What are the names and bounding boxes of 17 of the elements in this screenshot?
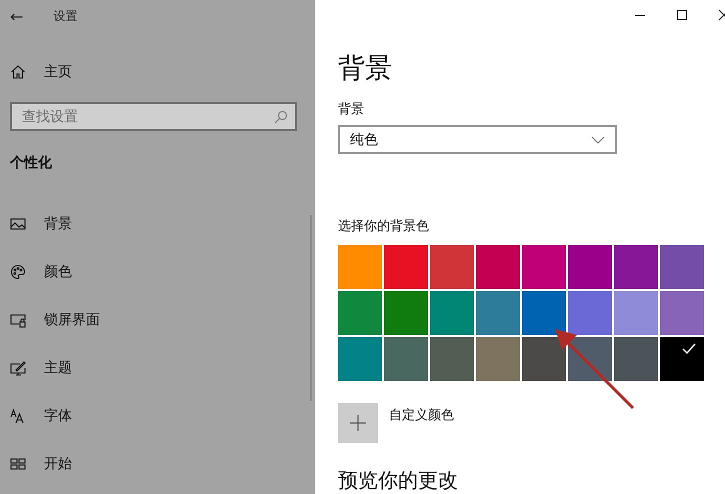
back-button[interactable]: ← bbox=[10, 6, 24, 26]
sidebar-item[interactable]: 背景 bbox=[44, 215, 72, 233]
window-title: 设置 bbox=[53, 8, 78, 24]
section-heading: 个性化 bbox=[8, 154, 53, 173]
sidebar-item[interactable]: 主题 bbox=[44, 359, 72, 377]
custom-color-label: 自定义颜色 bbox=[389, 407, 454, 424]
home-link[interactable]: 主页 bbox=[44, 63, 72, 81]
field-label: 背景 bbox=[338, 101, 365, 118]
sidebar-item[interactable]: 开始 bbox=[44, 455, 72, 473]
search-field[interactable]: 查找设置 bbox=[10, 102, 297, 131]
page-heading: 背景 bbox=[338, 52, 393, 86]
color-label: 选择你的背景色 bbox=[338, 218, 430, 235]
sidebar-item[interactable]: 颜色 bbox=[44, 263, 72, 281]
sidebar-item[interactable]: 锁屏界面 bbox=[44, 311, 100, 329]
sidebar-item[interactable]: 字体 bbox=[44, 407, 72, 425]
background-dropdown[interactable]: 纯色 bbox=[338, 125, 617, 154]
section-heading: 预览你的更改 bbox=[338, 467, 459, 494]
